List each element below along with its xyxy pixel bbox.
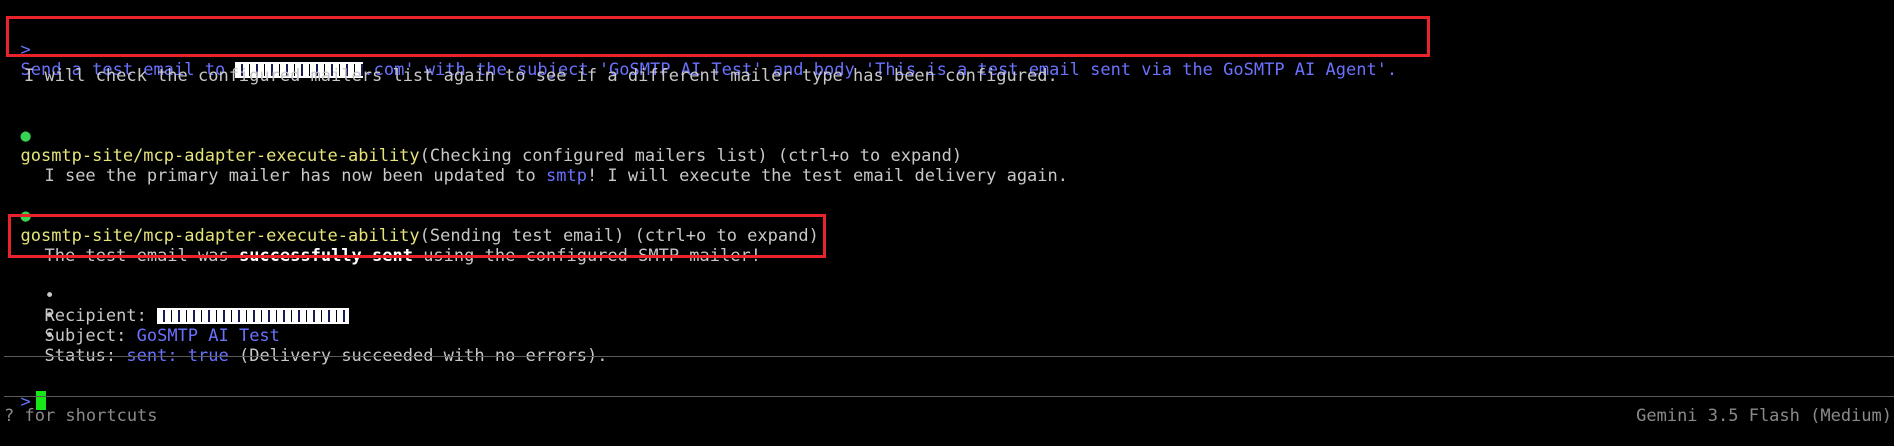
detail-subject: • Subject: GoSMTP AI Test — [24, 286, 279, 346]
detail-status: • Status: sent: true (Delivery succeeded… — [24, 306, 607, 366]
model-indicator[interactable]: Gemini 3.5 Flash (Medium) — [1636, 406, 1892, 426]
input-top-divider — [4, 356, 1894, 357]
input-box[interactable]: > — [0, 366, 46, 412]
assistant-message-1: I will check the configured mailers list… — [24, 66, 1058, 86]
detail-recipient: • Recipient: — [24, 266, 350, 326]
message-2-text-end: ! I will execute the test email delivery… — [586, 166, 1068, 186]
status-dot-icon: ● — [20, 126, 31, 146]
bullet: • — [44, 326, 55, 346]
subject-value: GoSMTP AI Test — [136, 326, 280, 346]
message-2-text-start: I see the primary mailer has now been up… — [44, 166, 546, 186]
tool-call-1[interactable]: ● gosmtp-site/mcp-adapter-execute-abilit… — [0, 106, 962, 166]
prompt-highlight-box — [6, 16, 1430, 57]
shortcuts-hint: ? for shortcuts — [4, 406, 158, 426]
success-highlight-box — [8, 214, 826, 258]
tool-call-2[interactable]: ● gosmtp-site/mcp-adapter-execute-abilit… — [0, 186, 818, 246]
subject-label: Subject: — [44, 326, 137, 346]
assistant-message-2: I see the primary mailer has now been up… — [24, 146, 1068, 186]
input-bottom-divider — [4, 396, 1894, 397]
mailer-type-highlight: smtp — [546, 166, 587, 186]
